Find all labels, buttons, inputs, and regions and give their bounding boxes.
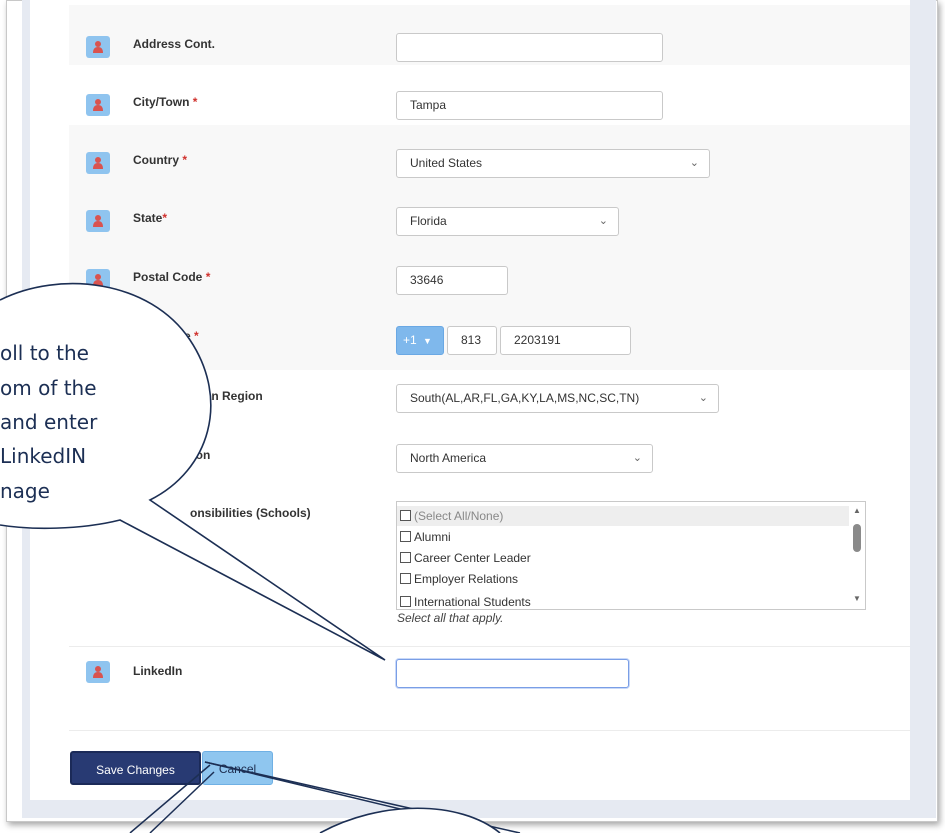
required-marker: * — [205, 270, 211, 284]
save-changes-button[interactable]: Save Changes — [70, 751, 201, 785]
person-icon — [86, 269, 110, 291]
required-marker: * — [192, 95, 198, 109]
person-icon — [86, 94, 110, 116]
state-select[interactable]: Florida ⌄ — [396, 207, 619, 236]
list-item[interactable]: International Students — [397, 592, 849, 609]
postal-code-input[interactable]: 33646 — [396, 266, 508, 295]
chevron-down-icon: ⌄ — [698, 392, 708, 404]
country-select[interactable]: United States ⌄ — [396, 149, 710, 178]
person-icon — [86, 36, 110, 58]
callout-line: and enter — [0, 410, 98, 434]
country-label: Country * — [133, 153, 188, 167]
checkbox[interactable] — [400, 596, 411, 607]
postal-code-label: Postal Code * — [133, 270, 211, 284]
linkedin-input[interactable] — [396, 659, 629, 688]
checkbox[interactable] — [400, 573, 411, 584]
chevron-down-icon: ⌄ — [598, 215, 608, 227]
responsibilities-listbox[interactable]: (Select All/None) Alumni Career Center L… — [396, 501, 866, 610]
callout-line: nage — [0, 479, 50, 503]
address-cont-label: Address Cont. — [133, 37, 216, 51]
person-icon — [86, 661, 110, 683]
caret-down-icon: ▼ — [423, 336, 432, 346]
page-margin-bottom — [22, 800, 936, 818]
checkbox[interactable] — [400, 531, 411, 542]
phone-number-input[interactable]: 2203191 — [500, 326, 631, 355]
list-item[interactable]: Employer Relations — [397, 569, 849, 589]
scrollbar-thumb[interactable] — [853, 524, 861, 552]
american-region-select[interactable]: South(AL,AR,FL,GA,KY,LA,MS,NC,SC,TN) ⌄ — [396, 384, 719, 413]
listbox-scrollbar[interactable]: ▲ ▼ — [849, 502, 865, 609]
phone-area-code-input[interactable]: 813 — [447, 326, 497, 355]
list-item[interactable]: Career Center Leader — [397, 548, 849, 568]
linkedin-label: LinkedIn — [133, 664, 183, 678]
callout-line: oll to the — [0, 341, 89, 365]
cancel-button[interactable]: Cancel — [202, 751, 273, 785]
list-item[interactable]: Alumni — [397, 527, 849, 547]
city-input[interactable]: Tampa — [396, 91, 663, 120]
state-select-value: Florida — [410, 214, 447, 228]
phone-country-code-select[interactable]: +1 ▼ — [396, 326, 444, 355]
callout-text-block: oll to the om of the and enter LinkedIN … — [0, 290, 215, 510]
american-region-select-value: South(AL,AR,FL,GA,KY,LA,MS,NC,SC,TN) — [410, 391, 640, 405]
address-cont-input[interactable] — [396, 33, 663, 62]
region-select-value: North America — [410, 451, 487, 465]
divider — [69, 730, 910, 731]
chevron-down-icon: ⌄ — [689, 157, 699, 169]
region-select[interactable]: North America ⌄ — [396, 444, 653, 473]
required-marker: * — [182, 153, 188, 167]
person-icon — [86, 210, 110, 232]
scroll-up-icon[interactable]: ▲ — [853, 506, 861, 515]
divider — [69, 646, 910, 647]
scroll-down-icon[interactable]: ▼ — [853, 594, 861, 603]
checkbox[interactable] — [400, 552, 411, 563]
list-item[interactable]: (Select All/None) — [397, 506, 849, 526]
country-select-value: United States — [410, 156, 483, 170]
required-marker: * — [162, 211, 168, 225]
checkbox[interactable] — [400, 510, 411, 521]
state-label: State* — [133, 211, 168, 225]
callout-line: LinkedIN — [0, 444, 87, 468]
callout-line: om of the — [0, 376, 97, 400]
select-hint: Select all that apply. — [397, 611, 504, 625]
city-label: City/Town * — [133, 95, 198, 109]
chevron-down-icon: ⌄ — [632, 452, 642, 464]
page-margin-right — [910, 0, 936, 815]
phone-country-code-value: +1 — [403, 333, 417, 347]
person-icon — [86, 152, 110, 174]
